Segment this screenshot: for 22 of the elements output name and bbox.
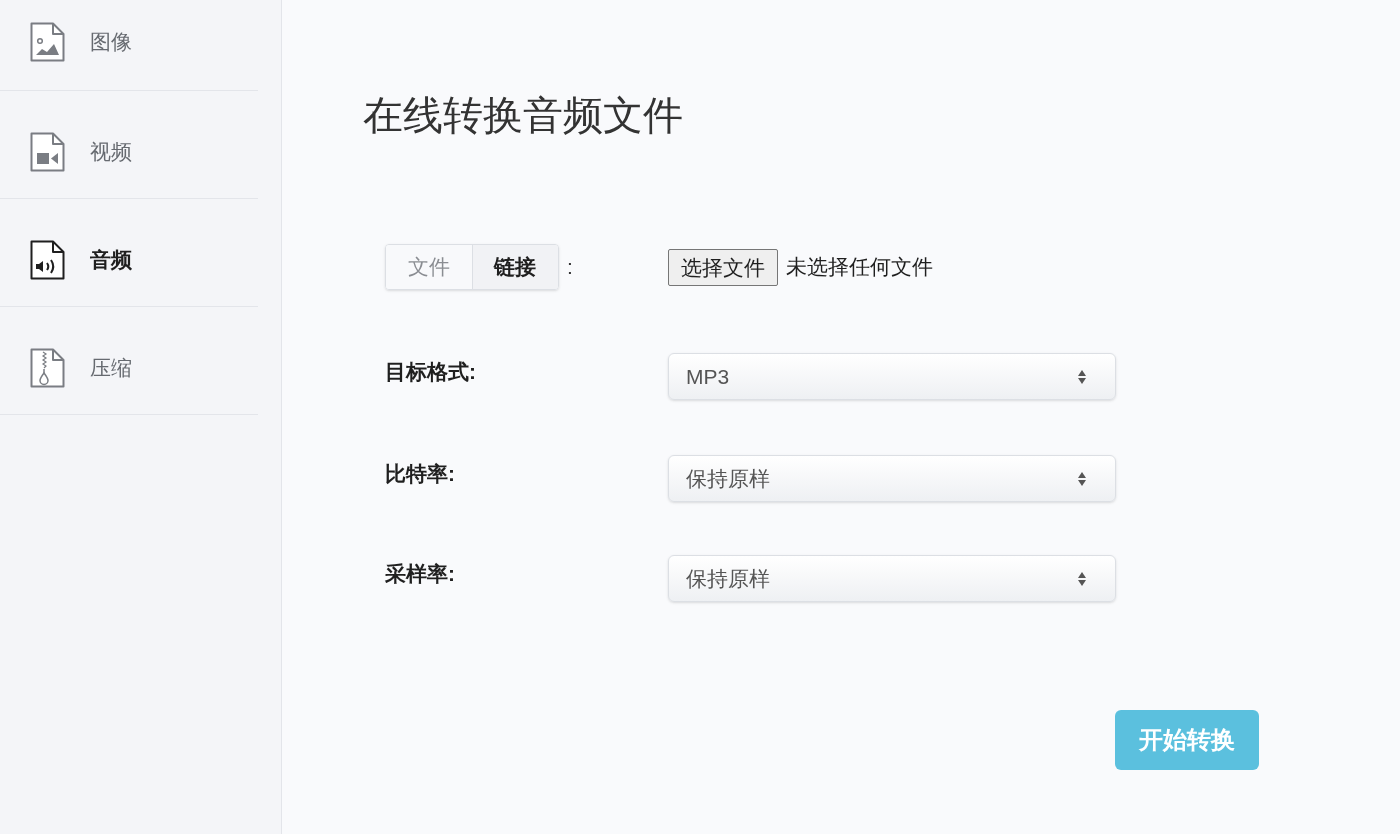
sidebar-item[interactable]: 视频 bbox=[0, 91, 258, 199]
colon-text: : bbox=[567, 254, 573, 281]
dropdown[interactable]: MP3 bbox=[668, 353, 1116, 400]
dropdown[interactable]: 保持原样 bbox=[668, 555, 1116, 602]
file-status-text: 未选择任何文件 bbox=[786, 254, 933, 281]
field-label: 目标格式: bbox=[385, 359, 477, 385]
zip-file-icon bbox=[30, 347, 65, 388]
sidebar-item[interactable]: 音频 bbox=[0, 199, 258, 307]
sidebar-item[interactable]: 压缩 bbox=[0, 307, 258, 415]
choose-file-button[interactable]: 选择文件 bbox=[668, 248, 778, 286]
video-file-icon bbox=[30, 131, 65, 172]
image-file-icon bbox=[30, 22, 65, 62]
sidebar-item[interactable]: 图像 bbox=[0, 0, 258, 91]
field-label: 比特率: bbox=[385, 461, 456, 487]
up-down-arrows-icon bbox=[1077, 570, 1087, 587]
up-down-arrows-icon bbox=[1077, 470, 1087, 487]
audio-file-icon bbox=[30, 239, 65, 280]
page-title: 在线转换音频文件 bbox=[363, 92, 684, 139]
up-down-arrows-icon bbox=[1077, 368, 1087, 385]
dropdown[interactable]: 保持原样 bbox=[668, 455, 1116, 502]
source-tab[interactable]: 链接 bbox=[471, 245, 558, 289]
field-label: 采样率: bbox=[385, 561, 456, 587]
